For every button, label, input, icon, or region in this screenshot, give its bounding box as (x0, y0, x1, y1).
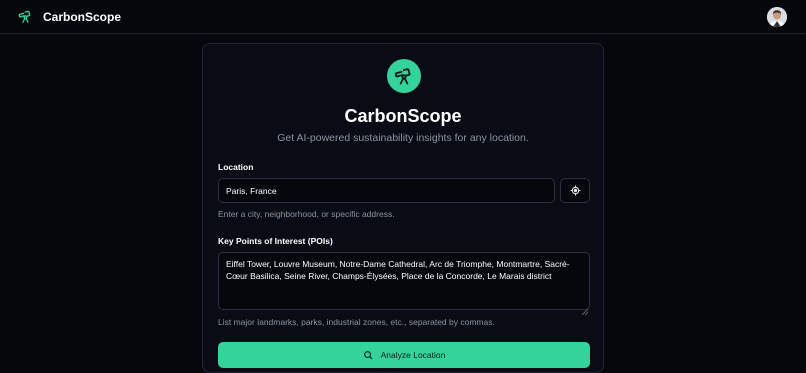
telescope-icon (387, 59, 421, 93)
page-subtitle: Get AI-powered sustainability insights f… (277, 132, 529, 144)
crosshair-icon (569, 185, 581, 196)
poi-hint: List major landmarks, parks, industrial … (218, 317, 495, 327)
top-navbar: CarbonScope (0, 0, 806, 34)
brand[interactable]: CarbonScope (18, 9, 121, 24)
locate-me-button[interactable] (560, 178, 590, 203)
analyze-button-label: Analyze Location (380, 350, 446, 360)
location-label: Location (218, 162, 254, 172)
telescope-icon (18, 9, 33, 24)
poi-textarea[interactable]: Eiffel Tower, Louvre Museum, Notre-Dame … (218, 252, 590, 310)
location-hint: Enter a city, neighborhood, or specific … (218, 209, 395, 219)
location-input[interactable] (218, 178, 555, 203)
analyze-location-button[interactable]: Analyze Location (218, 342, 590, 368)
page-title: CarbonScope (344, 106, 462, 126)
user-avatar[interactable] (767, 6, 787, 27)
poi-label: Key Points of Interest (POIs) (218, 236, 333, 246)
brand-name: CarbonScope (43, 9, 122, 24)
resize-grip-icon[interactable] (581, 302, 589, 316)
search-icon (363, 350, 373, 360)
analysis-card: CarbonScope Get AI-powered sustainabilit… (202, 43, 604, 373)
